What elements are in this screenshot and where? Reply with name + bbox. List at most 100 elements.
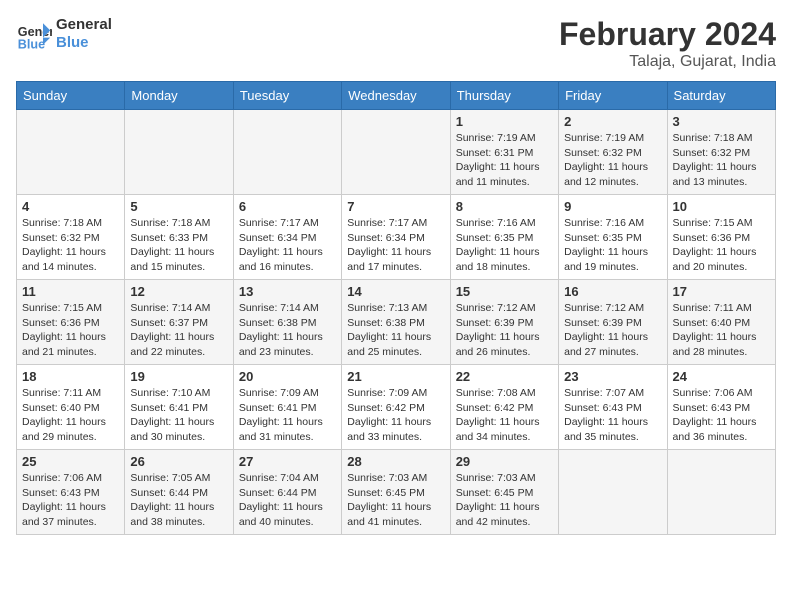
calendar-cell <box>559 450 667 535</box>
day-info: Sunrise: 7:18 AM Sunset: 6:32 PM Dayligh… <box>22 216 119 275</box>
day-info: Sunrise: 7:09 AM Sunset: 6:41 PM Dayligh… <box>239 386 336 445</box>
calendar-cell <box>667 450 775 535</box>
day-info: Sunrise: 7:19 AM Sunset: 6:32 PM Dayligh… <box>564 131 661 190</box>
calendar-cell <box>342 110 450 195</box>
calendar-cell: 8 Sunrise: 7:16 AM Sunset: 6:35 PM Daylig… <box>450 195 558 280</box>
day-number: 29 <box>456 454 553 469</box>
day-of-week-header: Friday <box>559 82 667 110</box>
day-info: Sunrise: 7:12 AM Sunset: 6:39 PM Dayligh… <box>564 301 661 360</box>
calendar-cell: 6 Sunrise: 7:17 AM Sunset: 6:34 PM Daylig… <box>233 195 341 280</box>
calendar-cell <box>17 110 125 195</box>
day-number: 13 <box>239 284 336 299</box>
day-number: 11 <box>22 284 119 299</box>
calendar-cell: 28 Sunrise: 7:03 AM Sunset: 6:45 PM Dayli… <box>342 450 450 535</box>
day-number: 5 <box>130 199 227 214</box>
day-info: Sunrise: 7:10 AM Sunset: 6:41 PM Dayligh… <box>130 386 227 445</box>
calendar-week-row: 4 Sunrise: 7:18 AM Sunset: 6:32 PM Daylig… <box>17 195 776 280</box>
day-of-week-header: Sunday <box>17 82 125 110</box>
day-info: Sunrise: 7:11 AM Sunset: 6:40 PM Dayligh… <box>673 301 770 360</box>
calendar-cell: 10 Sunrise: 7:15 AM Sunset: 6:36 PM Dayli… <box>667 195 775 280</box>
page-header: General Blue General Blue February 2024 … <box>16 16 776 71</box>
calendar-cell: 4 Sunrise: 7:18 AM Sunset: 6:32 PM Daylig… <box>17 195 125 280</box>
day-number: 27 <box>239 454 336 469</box>
day-number: 26 <box>130 454 227 469</box>
day-info: Sunrise: 7:14 AM Sunset: 6:37 PM Dayligh… <box>130 301 227 360</box>
calendar-cell: 15Sunrise: 7:12 AM Sunset: 6:39 PM Dayli… <box>450 280 558 365</box>
day-number: 19 <box>130 369 227 384</box>
calendar-cell: 9 Sunrise: 7:16 AM Sunset: 6:35 PM Daylig… <box>559 195 667 280</box>
location: Talaja, Gujarat, India <box>559 53 776 71</box>
day-number: 10 <box>673 199 770 214</box>
day-number: 22 <box>456 369 553 384</box>
calendar-cell: 1 Sunrise: 7:19 AM Sunset: 6:31 PM Daylig… <box>450 110 558 195</box>
day-info: Sunrise: 7:19 AM Sunset: 6:31 PM Dayligh… <box>456 131 553 190</box>
day-of-week-header: Thursday <box>450 82 558 110</box>
day-of-week-header: Wednesday <box>342 82 450 110</box>
calendar-cell: 14 Sunrise: 7:13 AM Sunset: 6:38 PM Dayli… <box>342 280 450 365</box>
day-info: Sunrise: 7:17 AM Sunset: 6:34 PM Dayligh… <box>347 216 444 275</box>
calendar-cell: 18 Sunrise: 7:11 AM Sunset: 6:40 PM Dayli… <box>17 365 125 450</box>
day-info: Sunrise: 7:15 AM Sunset: 6:36 PM Dayligh… <box>673 216 770 275</box>
day-number: 4 <box>22 199 119 214</box>
day-number: 21 <box>347 369 444 384</box>
calendar-week-row: 18 Sunrise: 7:11 AM Sunset: 6:40 PM Dayli… <box>17 365 776 450</box>
day-info: Sunrise: 7:13 AM Sunset: 6:38 PM Dayligh… <box>347 301 444 360</box>
calendar-cell: 12 Sunrise: 7:14 AM Sunset: 6:37 PM Dayli… <box>125 280 233 365</box>
calendar-week-row: 25 Sunrise: 7:06 AM Sunset: 6:43 PM Dayli… <box>17 450 776 535</box>
calendar-cell: 27 Sunrise: 7:04 AM Sunset: 6:44 PM Dayli… <box>233 450 341 535</box>
calendar-cell: 13 Sunrise: 7:14 AM Sunset: 6:38 PM Dayli… <box>233 280 341 365</box>
day-info: Sunrise: 7:16 AM Sunset: 6:35 PM Dayligh… <box>564 216 661 275</box>
calendar-cell: 5Sunrise: 7:18 AM Sunset: 6:33 PM Daylig… <box>125 195 233 280</box>
title-block: February 2024 Talaja, Gujarat, India <box>559 16 776 71</box>
calendar-cell: 26 Sunrise: 7:05 AM Sunset: 6:44 PM Dayli… <box>125 450 233 535</box>
day-number: 7 <box>347 199 444 214</box>
day-of-week-header: Tuesday <box>233 82 341 110</box>
month-year: February 2024 <box>559 16 776 53</box>
day-number: 17 <box>673 284 770 299</box>
day-number: 6 <box>239 199 336 214</box>
day-number: 2 <box>564 114 661 129</box>
day-info: Sunrise: 7:06 AM Sunset: 6:43 PM Dayligh… <box>22 471 119 530</box>
day-number: 18 <box>22 369 119 384</box>
logo: General Blue General Blue <box>16 16 112 52</box>
day-info: Sunrise: 7:14 AM Sunset: 6:38 PM Dayligh… <box>239 301 336 360</box>
calendar-week-row: 11Sunrise: 7:15 AM Sunset: 6:36 PM Dayli… <box>17 280 776 365</box>
calendar-cell: 3Sunrise: 7:18 AM Sunset: 6:32 PM Daylig… <box>667 110 775 195</box>
svg-text:Blue: Blue <box>18 37 45 51</box>
day-of-week-header: Saturday <box>667 82 775 110</box>
day-info: Sunrise: 7:16 AM Sunset: 6:35 PM Dayligh… <box>456 216 553 275</box>
logo-general: General <box>56 16 112 34</box>
day-number: 3 <box>673 114 770 129</box>
calendar-cell: 7 Sunrise: 7:17 AM Sunset: 6:34 PM Daylig… <box>342 195 450 280</box>
calendar-cell: 29 Sunrise: 7:03 AM Sunset: 6:45 PM Dayli… <box>450 450 558 535</box>
day-info: Sunrise: 7:04 AM Sunset: 6:44 PM Dayligh… <box>239 471 336 530</box>
calendar-cell: 21Sunrise: 7:09 AM Sunset: 6:42 PM Dayli… <box>342 365 450 450</box>
calendar-cell: 2 Sunrise: 7:19 AM Sunset: 6:32 PM Daylig… <box>559 110 667 195</box>
day-number: 14 <box>347 284 444 299</box>
day-number: 12 <box>130 284 227 299</box>
day-number: 9 <box>564 199 661 214</box>
day-number: 20 <box>239 369 336 384</box>
day-info: Sunrise: 7:05 AM Sunset: 6:44 PM Dayligh… <box>130 471 227 530</box>
day-info: Sunrise: 7:11 AM Sunset: 6:40 PM Dayligh… <box>22 386 119 445</box>
day-number: 1 <box>456 114 553 129</box>
day-info: Sunrise: 7:12 AM Sunset: 6:39 PM Dayligh… <box>456 301 553 360</box>
day-info: Sunrise: 7:07 AM Sunset: 6:43 PM Dayligh… <box>564 386 661 445</box>
logo-blue: Blue <box>56 34 112 52</box>
calendar-cell: 19 Sunrise: 7:10 AM Sunset: 6:41 PM Dayli… <box>125 365 233 450</box>
day-info: Sunrise: 7:03 AM Sunset: 6:45 PM Dayligh… <box>347 471 444 530</box>
day-info: Sunrise: 7:17 AM Sunset: 6:34 PM Dayligh… <box>239 216 336 275</box>
calendar-week-row: 1 Sunrise: 7:19 AM Sunset: 6:31 PM Daylig… <box>17 110 776 195</box>
calendar-cell <box>233 110 341 195</box>
calendar-cell: 22 Sunrise: 7:08 AM Sunset: 6:42 PM Dayli… <box>450 365 558 450</box>
day-info: Sunrise: 7:06 AM Sunset: 6:43 PM Dayligh… <box>673 386 770 445</box>
calendar-cell: 16Sunrise: 7:12 AM Sunset: 6:39 PM Dayli… <box>559 280 667 365</box>
day-number: 28 <box>347 454 444 469</box>
calendar-header-row: SundayMondayTuesdayWednesdayThursdayFrid… <box>17 82 776 110</box>
logo-icon: General Blue <box>16 16 52 52</box>
day-number: 25 <box>22 454 119 469</box>
day-number: 8 <box>456 199 553 214</box>
day-info: Sunrise: 7:03 AM Sunset: 6:45 PM Dayligh… <box>456 471 553 530</box>
calendar-cell: 25 Sunrise: 7:06 AM Sunset: 6:43 PM Dayli… <box>17 450 125 535</box>
day-info: Sunrise: 7:08 AM Sunset: 6:42 PM Dayligh… <box>456 386 553 445</box>
